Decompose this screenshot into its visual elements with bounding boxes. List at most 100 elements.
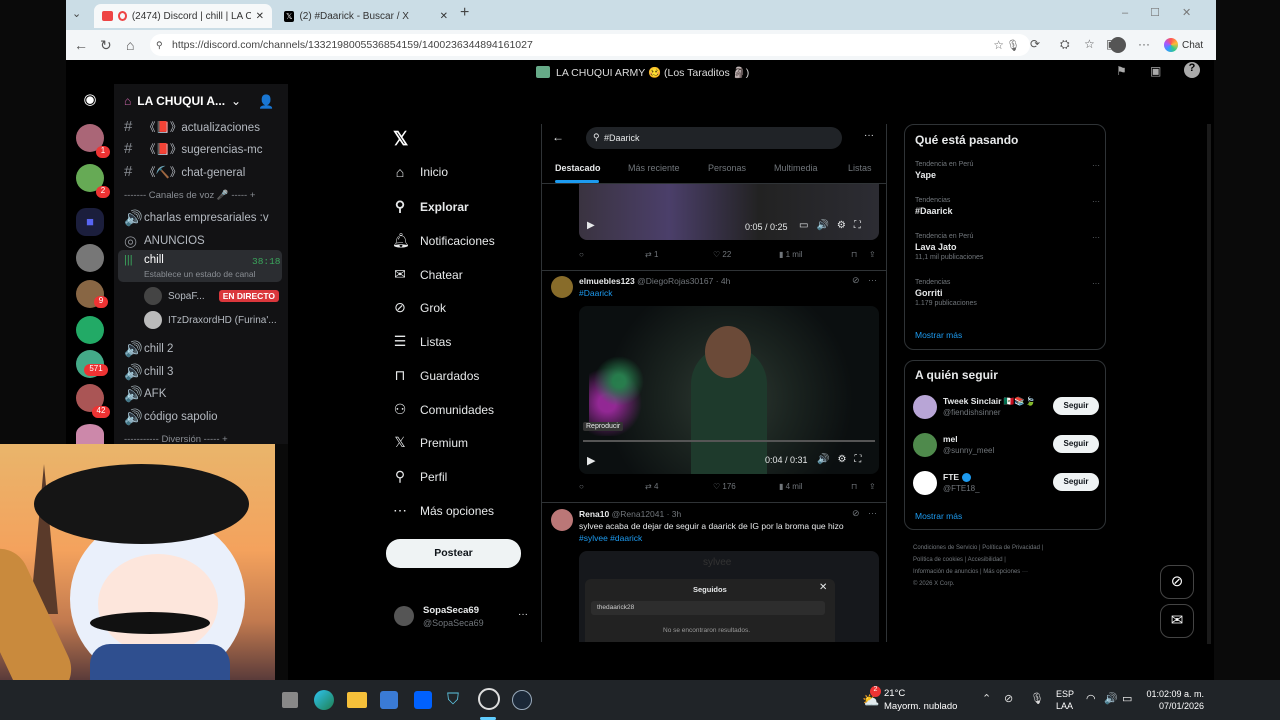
account-switcher[interactable]: SopaSeca69 @SopaSeca69 ··· [394,604,530,630]
extensions-icon[interactable]: ⟳ [1030,37,1040,51]
battery-icon[interactable]: ▭ [1122,692,1132,705]
server-header[interactable]: ⌂ LA CHUQUI A... ⌄ [124,94,241,108]
tab-actions-icon[interactable]: ⌄ [72,7,81,20]
tab-multimedia[interactable]: Multimedia [774,163,818,173]
window-controls[interactable]: –☐✕ [1122,6,1213,19]
channel-actualizaciones[interactable]: # 《📕》actualizaciones [124,118,260,135]
nav-premium[interactable]: 𝕏 Premium [392,434,468,451]
invite-icon[interactable]: 👤 [258,94,274,110]
bookmark-icon[interactable]: ⊓ [851,482,857,491]
mic-icon[interactable]: 🎙 [1030,692,1044,705]
steam-icon[interactable] [512,690,532,710]
play-icon[interactable]: ▶ [587,454,595,467]
more-icon[interactable]: ··· [1092,233,1100,242]
views-icon[interactable]: ▮ 4 mil [779,482,803,491]
help-icon[interactable]: ? [1184,62,1200,78]
follow-suggestion[interactable]: mel @sunny_meel Seguir [913,433,1099,461]
profile-avatar[interactable] [1110,37,1126,53]
back-arrow-icon[interactable]: ← [552,130,564,144]
more-icon[interactable]: ··· [868,508,877,518]
network-off-icon[interactable]: ⊘ [1004,692,1013,705]
channel-status[interactable]: Establece un estado de canal [144,269,256,279]
video-controls[interactable]: 🔊⚙⛶ [817,454,869,465]
chevron-up-icon[interactable]: ⌃ [982,692,991,705]
favorite-icon[interactable]: ☆ [993,38,1004,52]
follow-button[interactable]: Seguir [1053,435,1099,453]
messages-float-button[interactable]: ✉ [1160,604,1194,638]
nav-inicio[interactable]: ⌂ Inicio [392,164,448,180]
share-icon[interactable]: ⇪ [869,482,876,491]
store-icon[interactable] [380,691,398,709]
post-button[interactable]: Postear [386,539,521,568]
channel-chat-general[interactable]: # 《⛏️》chat-general [124,163,245,180]
collections-icon[interactable]: ⛭ [1060,37,1070,52]
views-icon[interactable]: ▮ 1 mil [779,250,803,259]
nav-mas-opciones[interactable]: ⋯ Más opciones [392,502,494,519]
more-icon[interactable]: ··· [1092,197,1100,206]
language-indicator[interactable]: ESP LAA [1056,688,1074,712]
flag-icon[interactable]: ⚑ [1116,64,1127,78]
category-voice[interactable]: ------- Canales de voz 🎤 ----- + [124,190,255,201]
follow-suggestion[interactable]: Tweek Sinclair 🇲🇽📚🍃 @fiendishsinner Segu… [913,395,1099,423]
trend-item[interactable]: Tendencia en Perú Yape ··· [915,161,1100,180]
voice-channel-chill[interactable]: ||| chill 38:18 Establece un estado de c… [118,250,282,282]
tab-personas[interactable]: Personas [708,163,746,173]
voice-channel-codigo[interactable]: 🔊 código sapolio [124,408,218,426]
tweet-image[interactable]: sylvee Seguidos ✕ thedaarick28 No se enc… [579,551,879,642]
voice-channel-chill-2[interactable]: 🔊 chill 2 [124,340,173,358]
show-more-trends[interactable]: Mostrar más [915,330,962,340]
video-player[interactable]: Reproducir ▶ 0:04 / 0:31 🔊⚙⛶ [579,306,879,474]
more-icon[interactable]: ··· [1138,37,1150,51]
guild-icon[interactable] [76,424,104,444]
app-icon[interactable]: ⛉ [447,691,465,709]
nav-grok[interactable]: ⊘ Grok [392,299,446,316]
like-icon[interactable]: ♡ 176 [713,482,736,491]
tab-listas[interactable]: Listas [848,163,872,173]
voice-channel-charlas[interactable]: 🔊 charlas empresariales :v [124,209,269,227]
edge-icon[interactable] [314,690,334,710]
mic-icon[interactable]: 🎙 [1006,39,1020,52]
close-tab-icon[interactable]: ✕ [440,11,448,22]
nav-listas[interactable]: ☰ Listas [392,333,452,350]
reply-icon[interactable]: ○ [579,250,584,259]
trend-item[interactable]: Tendencias Gorriti 1.179 publicaciones ·… [915,279,1100,307]
site-info-icon[interactable]: ⚲ [156,40,163,51]
more-icon[interactable]: ··· [1092,161,1100,170]
back-icon[interactable]: ← [74,37,88,53]
follow-suggestion[interactable]: FTE @FTE18_ Seguir [913,471,1099,499]
voice-channel-afk[interactable]: 🔊 AFK [124,385,166,403]
folder-icon[interactable]: ■ [76,208,104,236]
tab-mas-reciente[interactable]: Más reciente [628,163,680,173]
more-icon[interactable]: ··· [1092,279,1100,288]
repost-icon[interactable]: ⇄ 4 [645,482,658,491]
close-tab-icon[interactable]: ✕ [256,11,264,22]
channel-anuncios[interactable]: ◎ ANUNCIOS [124,232,205,250]
nav-notificaciones[interactable]: 🔔︎ Notificaciones [392,232,495,249]
trend-item[interactable]: Tendencia en Perú Lava Jato 11,1 mil pub… [915,233,1100,261]
close-icon[interactable]: ✕ [819,582,827,593]
hashtag-link[interactable]: #sylvee #daarick [579,533,642,543]
guild-icon[interactable] [76,316,104,344]
weather-widget[interactable]: ⛅ 2 21°C Mayorm. nublado [862,686,962,714]
grok-icon[interactable]: ⊘ [852,508,860,519]
repost-icon[interactable]: ⇄ 1 [645,250,658,259]
nav-chatear[interactable]: ✉ Chatear [392,266,463,283]
avatar[interactable] [551,276,573,298]
show-more-follow[interactable]: Mostrar más [915,511,962,521]
discord-taskbar-icon[interactable] [478,688,500,710]
video-player[interactable]: ▶ 0:05 / 0:25 ▭🔊⚙⛶ [579,184,879,240]
follow-button[interactable]: Seguir [1053,397,1099,415]
nav-guardados[interactable]: ⊓ Guardados [392,367,480,384]
scrollbar[interactable] [1207,124,1211,644]
guild-icon[interactable] [76,244,104,272]
wifi-icon[interactable]: ◠ [1086,692,1096,705]
more-icon[interactable]: ··· [864,130,874,141]
tab-discord[interactable]: (2474) Discord | chill | LA CHU ✕ [94,4,272,28]
x-logo-icon[interactable]: 𝕏 [393,128,408,151]
voice-channel-chill-3[interactable]: 🔊 chill 3 [124,363,173,381]
search-input[interactable]: ⚲ #Daarick [586,127,842,149]
nav-perfil[interactable]: ⚲ Perfil [392,468,447,485]
video-controls[interactable]: ▭🔊⚙⛶ [799,220,869,231]
follow-button[interactable]: Seguir [1053,473,1099,491]
trend-item[interactable]: Tendencias #Daarick ··· [915,197,1100,216]
